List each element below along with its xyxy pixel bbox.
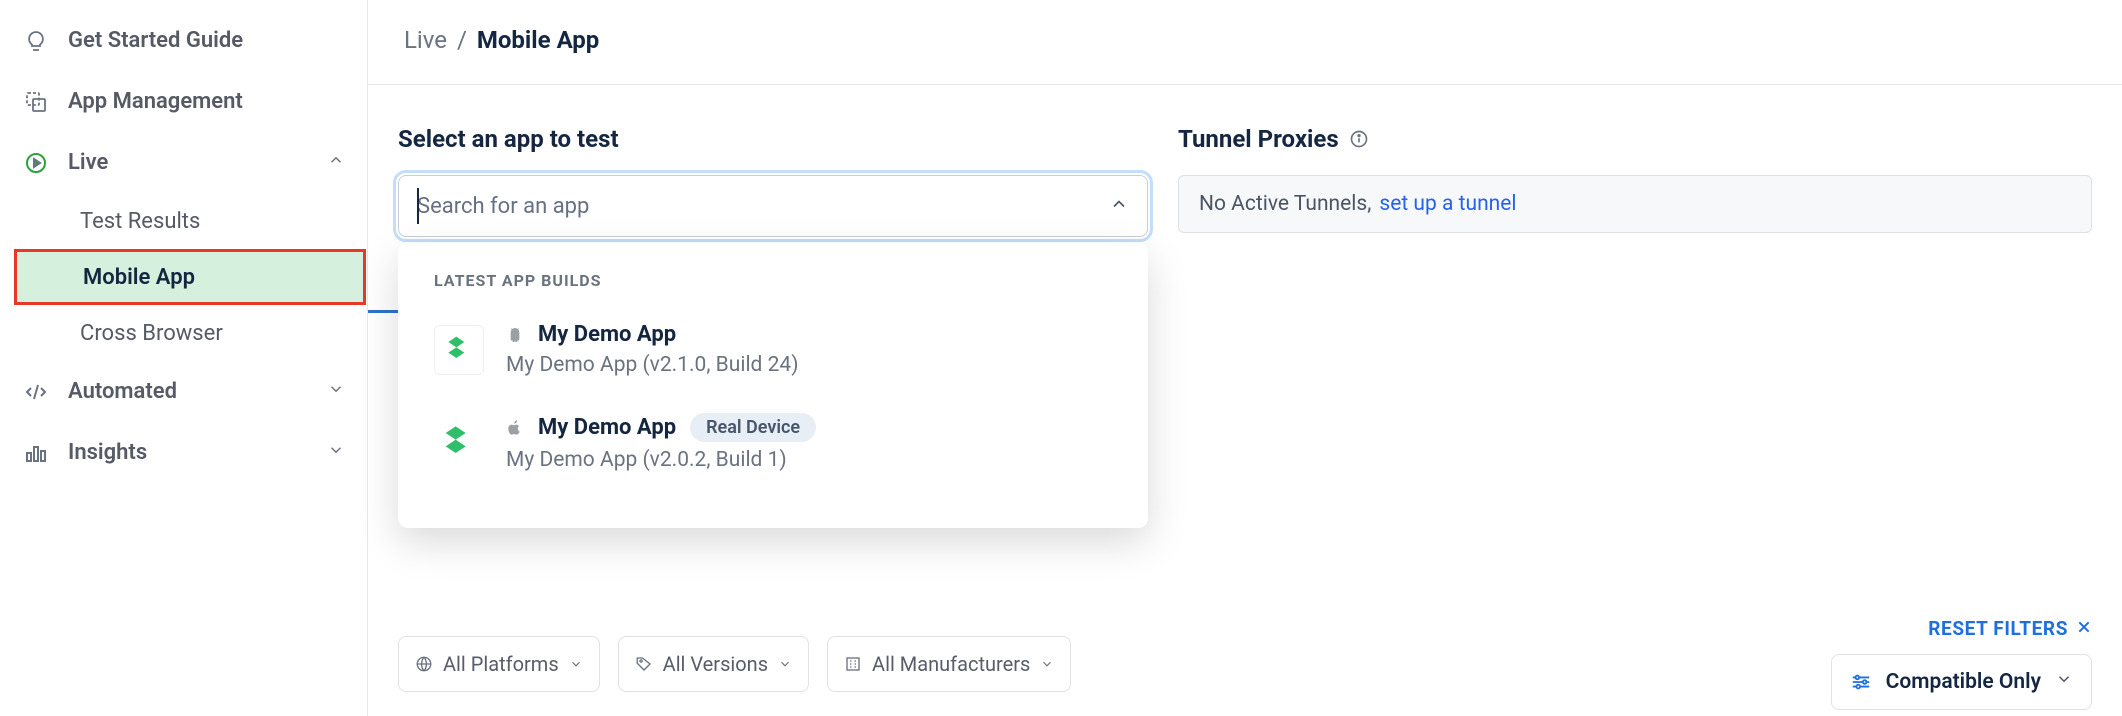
search-input[interactable] (417, 194, 1109, 219)
bar-chart-icon (22, 441, 50, 465)
app-option[interactable]: My Demo App My Demo App (v2.1.0, Build 2… (434, 308, 1112, 399)
chevron-down-icon (2055, 670, 2073, 694)
chevron-down-icon (778, 652, 792, 676)
globe-icon (415, 655, 433, 673)
app-logo-icon (434, 325, 484, 375)
breadcrumb: Live / Mobile App (398, 0, 2092, 84)
sidebar-item-live[interactable]: Live (0, 132, 367, 193)
search-app-combobox[interactable] (398, 175, 1148, 237)
main-content: Live / Mobile App Select an app to test … (368, 0, 2122, 716)
sidebar-item-get-started[interactable]: Get Started Guide (0, 10, 367, 71)
tunnel-status-box: No Active Tunnels, set up a tunnel (1178, 175, 2092, 233)
close-icon (2076, 617, 2092, 640)
sidebar-sub-test-results[interactable]: Test Results (0, 193, 367, 249)
app-logo-icon (434, 418, 484, 468)
compatible-only-button[interactable]: Compatible Only (1831, 654, 2092, 710)
app-build-subtitle: My Demo App (v2.1.0, Build 24) (506, 353, 799, 377)
info-icon[interactable] (1349, 129, 1369, 149)
select-app-title: Select an app to test (398, 125, 1148, 153)
filter-label: All Versions (663, 652, 768, 676)
filters-row: All Platforms All Versions All Manufactu… (398, 617, 2092, 710)
chevron-down-icon (1040, 652, 1054, 676)
code-icon (22, 380, 50, 404)
filter-platforms[interactable]: All Platforms (398, 636, 600, 692)
sidebar-item-insights[interactable]: Insights (0, 422, 367, 483)
filter-manufacturers[interactable]: All Manufacturers (827, 636, 1071, 692)
android-icon (506, 326, 524, 344)
building-icon (844, 655, 862, 673)
filter-label: All Manufacturers (872, 652, 1030, 676)
play-circle-icon (22, 151, 50, 175)
breadcrumb-current: Mobile App (477, 26, 599, 54)
chevron-down-icon (569, 652, 583, 676)
chevron-down-icon (327, 379, 345, 404)
app-option[interactable]: My Demo App Real Device My Demo App (v2.… (434, 399, 1112, 494)
tunnel-section: Tunnel Proxies No Active Tunnels, set up… (1178, 125, 2092, 237)
reset-filters-label: RESET FILTERS (1928, 617, 2068, 640)
set-up-tunnel-link[interactable]: set up a tunnel (1379, 192, 1516, 216)
app-dropdown: LATEST APP BUILDS My Demo App (398, 243, 1148, 528)
filter-label: All Platforms (443, 652, 559, 676)
dropdown-header: LATEST APP BUILDS (434, 271, 1112, 290)
sidebar-sub-label: Test Results (80, 209, 200, 234)
sidebar-item-automated[interactable]: Automated (0, 361, 367, 422)
sidebar-item-label: App Management (68, 89, 243, 114)
sidebar-item-label: Automated (68, 379, 177, 404)
text-cursor (417, 188, 419, 224)
tag-icon (635, 655, 653, 673)
sidebar-item-label: Insights (68, 440, 147, 465)
compatible-only-label: Compatible Only (1886, 670, 2041, 694)
reset-filters-button[interactable]: RESET FILTERS (1928, 617, 2092, 640)
sidebar-item-app-management[interactable]: App Management (0, 71, 367, 132)
app-name: My Demo App (538, 415, 676, 440)
sidebar: Get Started Guide App Management Live Te… (0, 0, 368, 716)
lightbulb-icon (22, 29, 50, 53)
chevron-up-icon (327, 150, 345, 175)
sidebar-sub-label: Cross Browser (80, 321, 223, 346)
filter-versions[interactable]: All Versions (618, 636, 809, 692)
app-name: My Demo App (538, 322, 676, 347)
sidebar-item-label: Get Started Guide (68, 28, 243, 53)
divider (368, 84, 2122, 85)
sidebar-sub-cross-browser[interactable]: Cross Browser (0, 305, 367, 361)
sidebar-item-label: Live (68, 150, 108, 175)
app-build-subtitle: My Demo App (v2.0.2, Build 1) (506, 448, 816, 472)
breadcrumb-root[interactable]: Live (404, 26, 447, 54)
select-app-section: Select an app to test LATEST APP BUILDS (398, 125, 1148, 237)
tunnel-title: Tunnel Proxies (1178, 125, 1339, 153)
tunnel-status-text: No Active Tunnels, (1199, 192, 1371, 216)
chevron-up-icon[interactable] (1109, 194, 1129, 218)
sidebar-sub-mobile-app[interactable]: Mobile App (14, 249, 366, 305)
sidebar-sub-label: Mobile App (83, 265, 195, 290)
breadcrumb-separator: / (457, 26, 467, 54)
app-management-icon (22, 90, 50, 114)
real-device-badge: Real Device (690, 413, 816, 442)
apple-icon (506, 419, 524, 437)
sliders-icon (1850, 671, 1872, 693)
chevron-down-icon (327, 440, 345, 465)
